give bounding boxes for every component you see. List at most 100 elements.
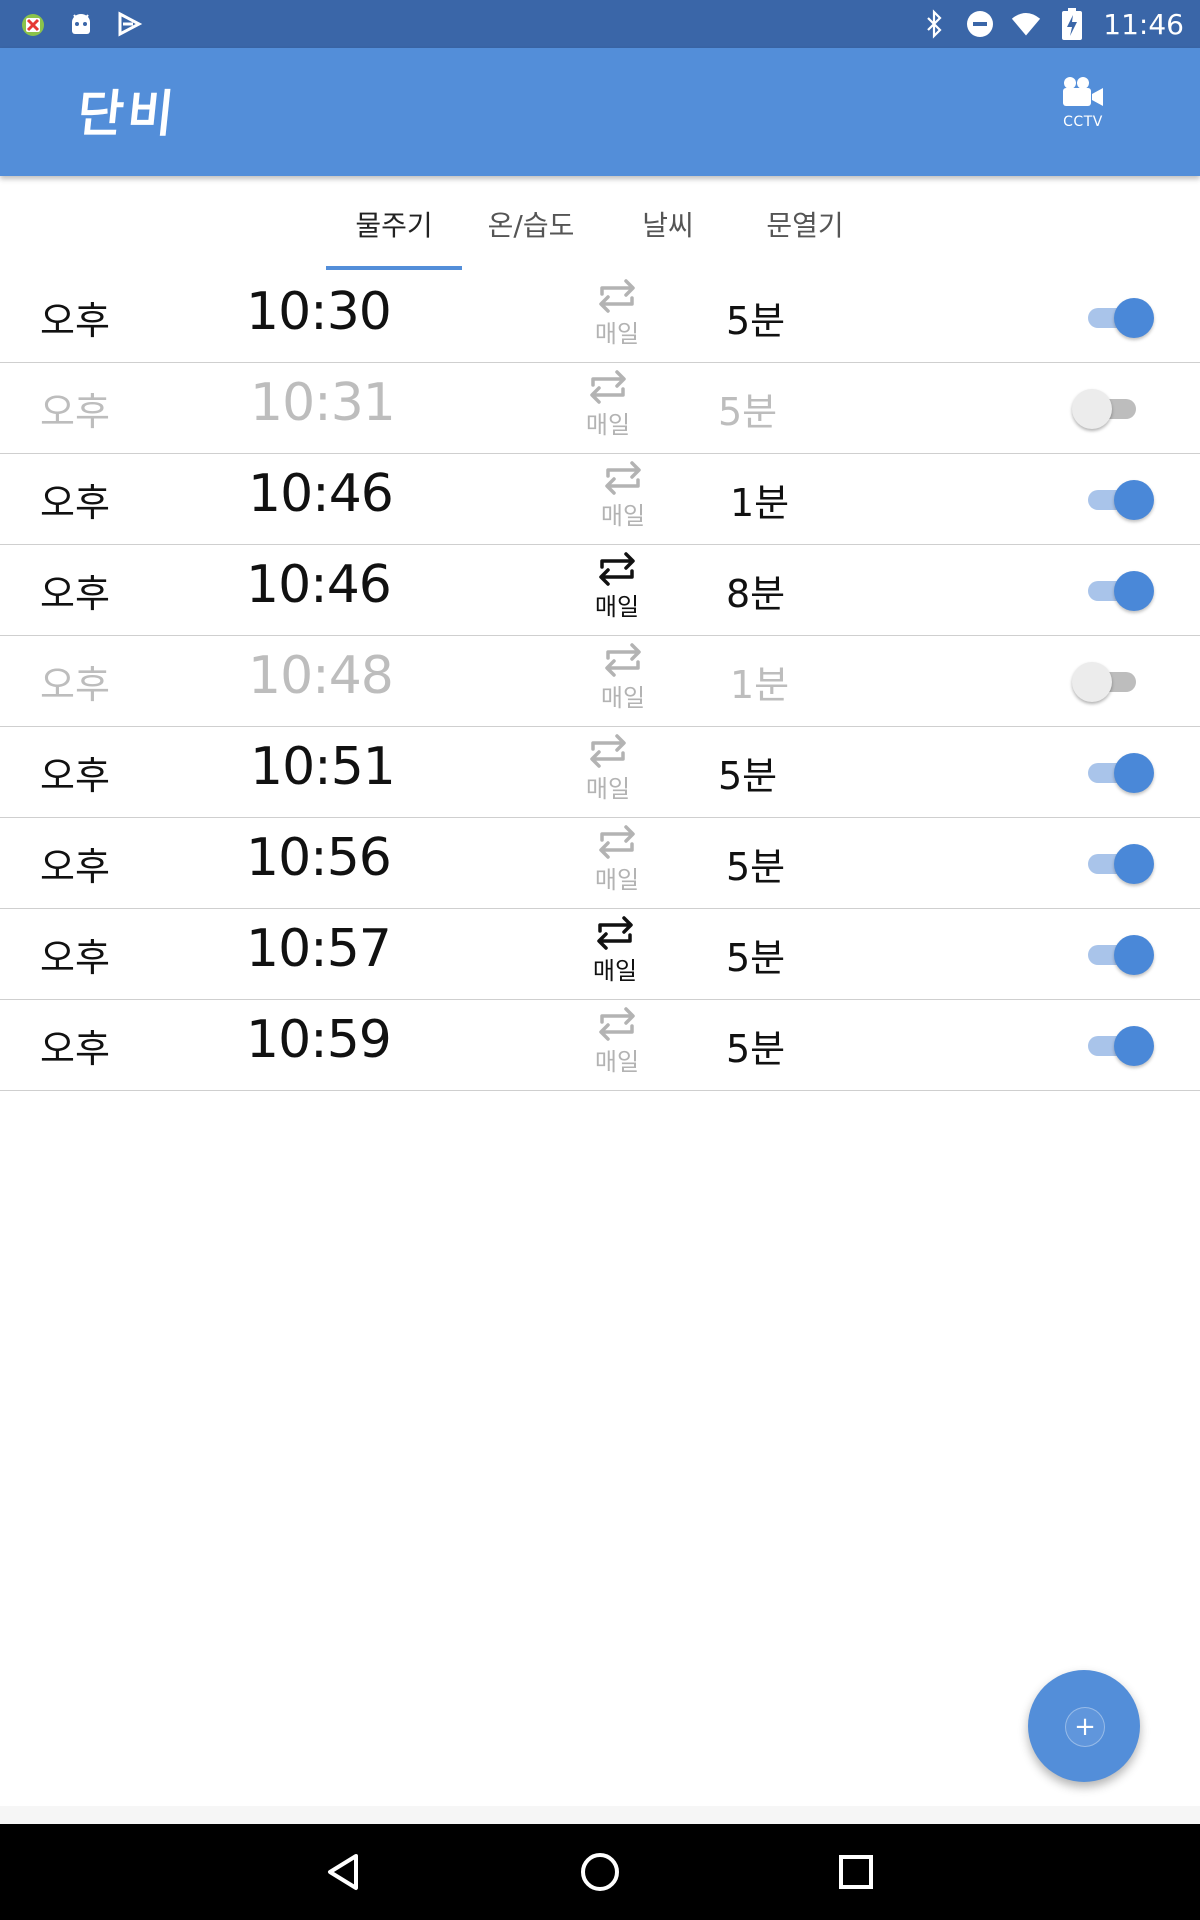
list-item[interactable]: 오후 10:30 매일 5분 (0, 272, 1200, 363)
duration-label[interactable]: 5분 (726, 290, 785, 345)
enable-switch[interactable] (1084, 298, 1154, 338)
time-label[interactable]: 10:48 (248, 646, 394, 706)
duration-label[interactable]: 8분 (726, 563, 785, 618)
time-label[interactable]: 10:46 (246, 555, 392, 615)
content-bottom-edge (0, 1806, 1200, 1824)
list-item[interactable]: 오후 10:31 매일 5분 (0, 363, 1200, 454)
repeat-label: 매일 (592, 957, 638, 985)
tab-weather[interactable]: 날씨 (600, 176, 736, 272)
repeat-icon (599, 825, 635, 859)
repeat-icon (590, 734, 626, 768)
tab-watering[interactable]: 물주기 (326, 176, 462, 272)
repeat-label: 매일 (594, 866, 640, 894)
ampm-label: 오후 (40, 936, 110, 980)
repeat-label: 매일 (600, 684, 646, 712)
battery-charging-icon (1057, 8, 1087, 40)
ampm-label: 오후 (40, 572, 110, 616)
time-label[interactable]: 10:30 (246, 282, 392, 342)
android-robot-icon (66, 9, 96, 39)
enable-switch[interactable] (1084, 844, 1154, 884)
duration-label[interactable]: 5분 (718, 745, 777, 800)
ampm-label: 오후 (40, 1027, 110, 1071)
repeat-toggle[interactable]: 매일 (582, 276, 652, 360)
tab-indicator (326, 266, 462, 270)
tab-bar: 물주기 온/습도 날씨 문열기 (0, 176, 1200, 272)
status-notifications (18, 6, 144, 42)
wifi-icon (1011, 9, 1041, 39)
back-icon[interactable] (320, 1848, 368, 1896)
enable-switch[interactable] (1084, 935, 1154, 975)
repeat-icon (599, 552, 635, 586)
bluetooth-icon (919, 9, 949, 39)
repeat-label: 매일 (594, 593, 640, 621)
repeat-label: 매일 (600, 502, 646, 530)
time-label[interactable]: 10:51 (250, 737, 396, 797)
status-system: 11:46 (919, 0, 1184, 48)
enable-switch[interactable] (1084, 480, 1154, 520)
repeat-toggle[interactable]: 매일 (573, 367, 643, 451)
ampm-label: 오후 (40, 299, 110, 343)
navigation-bar (0, 1824, 1200, 1920)
add-icon: + (1065, 1707, 1105, 1747)
status-time: 11:46 (1103, 7, 1184, 41)
repeat-toggle[interactable]: 매일 (582, 1004, 652, 1088)
duration-label[interactable]: 1분 (730, 654, 789, 709)
repeat-icon (599, 279, 635, 313)
video-camera-icon (1061, 76, 1105, 112)
repeat-label: 매일 (594, 320, 640, 348)
recents-icon[interactable] (832, 1848, 880, 1896)
duration-label[interactable]: 5분 (726, 927, 785, 982)
status-bar: 11:46 (0, 0, 1200, 48)
repeat-icon (590, 370, 626, 404)
ampm-label: 오후 (40, 481, 110, 525)
repeat-label: 매일 (585, 411, 631, 439)
repeat-icon (597, 916, 633, 950)
do-not-disturb-icon (965, 9, 995, 39)
duration-label[interactable]: 5분 (726, 836, 785, 891)
tab-door-open[interactable]: 문열기 (737, 176, 873, 272)
repeat-label: 매일 (585, 775, 631, 803)
time-label[interactable]: 10:46 (248, 464, 394, 524)
time-label[interactable]: 10:57 (246, 919, 392, 979)
app-bar: 단비 CCTV (0, 48, 1200, 176)
list-item[interactable]: 오후 10:48 매일 1분 (0, 636, 1200, 727)
repeat-icon (605, 461, 641, 495)
ampm-label: 오후 (40, 390, 110, 434)
duration-label[interactable]: 5분 (718, 381, 777, 436)
repeat-icon (605, 643, 641, 677)
enable-switch[interactable] (1072, 389, 1154, 429)
repeat-toggle[interactable]: 매일 (588, 458, 658, 542)
list-item[interactable]: 오후 10:51 매일 5분 (0, 727, 1200, 818)
list-item[interactable]: 오후 10:46 매일 8분 (0, 545, 1200, 636)
time-label[interactable]: 10:59 (246, 1010, 392, 1070)
list-item[interactable]: 오후 10:57 매일 5분 (0, 909, 1200, 1000)
time-label[interactable]: 10:56 (246, 828, 392, 888)
tab-temp-humidity[interactable]: 온/습도 (463, 176, 599, 272)
list-item[interactable]: 오후 10:59 매일 5분 (0, 1000, 1200, 1091)
cctv-button[interactable]: CCTV (1044, 76, 1122, 156)
repeat-icon (599, 1007, 635, 1041)
time-label[interactable]: 10:31 (250, 373, 396, 433)
cctv-label: CCTV (1063, 114, 1103, 130)
duration-label[interactable]: 5분 (726, 1018, 785, 1073)
enable-switch[interactable] (1072, 662, 1154, 702)
duration-label[interactable]: 1분 (730, 472, 789, 527)
ampm-label: 오후 (40, 663, 110, 707)
android-debug-icon (18, 9, 48, 39)
repeat-toggle[interactable]: 매일 (588, 640, 658, 724)
play-store-icon (114, 9, 144, 39)
add-schedule-button[interactable]: + (1028, 1670, 1140, 1782)
home-icon[interactable] (576, 1848, 624, 1896)
repeat-toggle[interactable]: 매일 (580, 913, 650, 997)
repeat-toggle[interactable]: 매일 (582, 549, 652, 633)
list-item[interactable]: 오후 10:46 매일 1분 (0, 454, 1200, 545)
ampm-label: 오후 (40, 754, 110, 798)
ampm-label: 오후 (40, 845, 110, 889)
app-logo: 단비 (74, 85, 181, 143)
enable-switch[interactable] (1084, 753, 1154, 793)
list-item[interactable]: 오후 10:56 매일 5분 (0, 818, 1200, 909)
repeat-toggle[interactable]: 매일 (573, 731, 643, 815)
enable-switch[interactable] (1084, 571, 1154, 611)
enable-switch[interactable] (1084, 1026, 1154, 1066)
repeat-toggle[interactable]: 매일 (582, 822, 652, 906)
